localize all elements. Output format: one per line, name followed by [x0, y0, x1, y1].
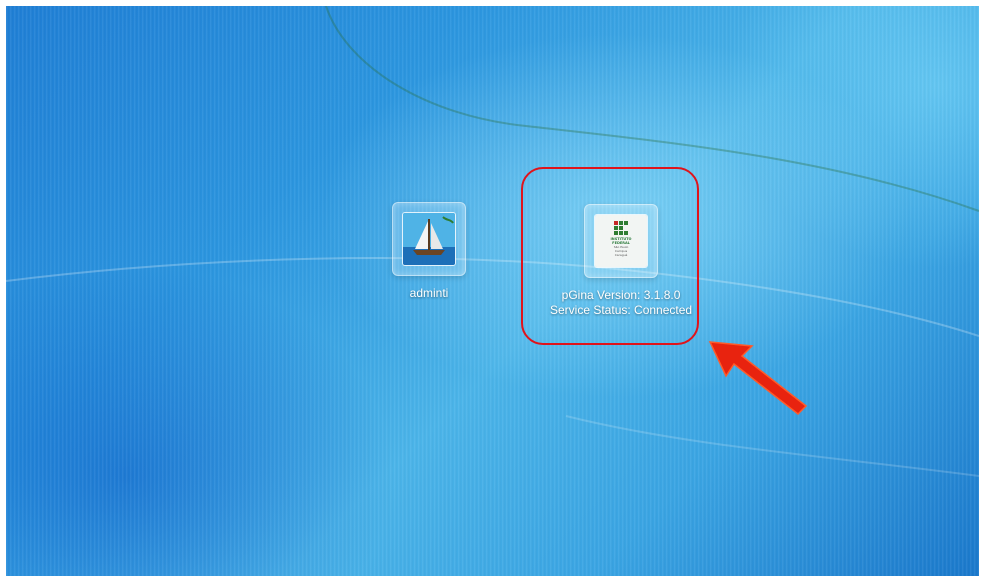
- red-arrow-icon: [708, 341, 808, 415]
- user-tile-adminti[interactable]: adminti: [392, 202, 466, 301]
- login-screen-background: adminti INSTITUTO FEDERAL São Paulo Camp…: [6, 6, 979, 576]
- sailboat-picture-icon: [402, 212, 456, 266]
- user-name-label: adminti: [409, 286, 449, 300]
- user-tile-frame[interactable]: [392, 202, 466, 276]
- wallpaper-swoosh: [6, 6, 979, 477]
- highlight-rectangle: [521, 167, 699, 345]
